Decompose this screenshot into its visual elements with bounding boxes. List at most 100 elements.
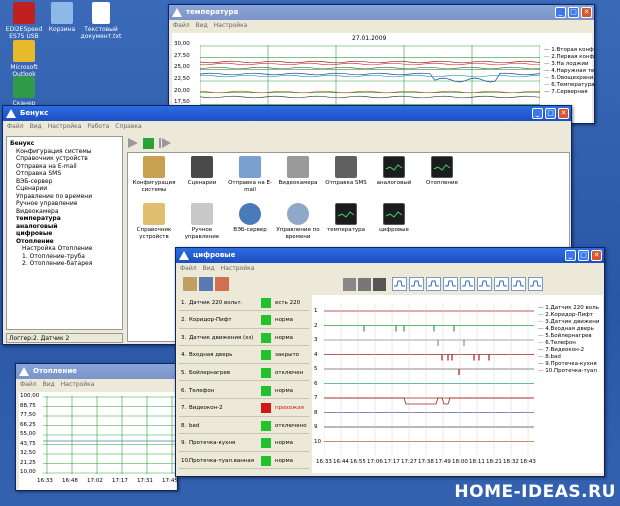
tree-item[interactable]: Управление по времени bbox=[10, 193, 119, 201]
tree-item[interactable]: Ручное управление bbox=[10, 200, 119, 208]
tools-icon[interactable] bbox=[183, 277, 197, 291]
legend-label: 4.Наружная темп bbox=[551, 68, 595, 74]
desktop-icon-scanner[interactable]: Сканер bbox=[2, 76, 46, 107]
table-row[interactable]: 10. Протечка-туал.ванная норма bbox=[179, 453, 309, 470]
close-button[interactable]: ✕ bbox=[581, 7, 592, 18]
icon-tile[interactable]: Справочник устройств bbox=[130, 203, 178, 240]
table-row[interactable]: 1. Датчик 220 вольт. есть 220 bbox=[179, 295, 309, 311]
signal-icon[interactable] bbox=[409, 277, 424, 291]
menu-settings[interactable]: Настройка bbox=[48, 121, 82, 132]
table-row[interactable]: 6. Телефон норма bbox=[179, 383, 309, 399]
icon-tile[interactable]: Отправка на E-mail bbox=[226, 156, 274, 193]
desktop-icon-text-file[interactable]: Текстовый документ.txt bbox=[76, 2, 126, 40]
icon-tile[interactable]: Ручное управление bbox=[178, 203, 226, 240]
table-row[interactable]: 7. Видеокон-2 прихожая bbox=[179, 401, 309, 417]
tree-item[interactable]: Справочник устройств bbox=[10, 155, 119, 163]
menu-view[interactable]: Вид bbox=[30, 121, 42, 132]
icon-tile[interactable]: Управление по времени bbox=[274, 203, 322, 240]
move-icon[interactable] bbox=[443, 277, 458, 291]
menu-settings[interactable]: Настройка bbox=[214, 20, 248, 31]
tree-item[interactable]: ВЭБ-сервер bbox=[10, 178, 119, 186]
home-icon[interactable] bbox=[215, 277, 229, 291]
title-bar[interactable]: температура _ □ ✕ bbox=[169, 5, 594, 20]
menu-file[interactable]: Файл bbox=[7, 121, 24, 132]
zoom-icon[interactable] bbox=[494, 277, 509, 291]
tree-item[interactable]: 2. Отопление-батарея bbox=[10, 260, 119, 268]
table-row[interactable]: 8. bad отключено bbox=[179, 418, 309, 435]
icon-tile[interactable]: Конфигурация системы bbox=[130, 156, 178, 193]
legend-item: — 6.Телефон bbox=[538, 340, 576, 346]
status-indicator bbox=[261, 403, 271, 414]
x-tick-label: 16:55 bbox=[350, 459, 366, 465]
signal-icon[interactable] bbox=[511, 277, 526, 291]
table-row[interactable]: 5. Бойлернагрев отключен bbox=[179, 365, 309, 382]
desktop-icon-outlook[interactable]: Microsoft Outlook bbox=[2, 40, 46, 78]
print-icon[interactable] bbox=[343, 277, 356, 291]
save-icon[interactable] bbox=[373, 277, 386, 291]
signal-icon[interactable] bbox=[392, 277, 407, 291]
title-bar[interactable]: Отопление bbox=[16, 364, 177, 379]
tree-item[interactable]: 1. Отопление-труба bbox=[10, 253, 119, 261]
maximize-button[interactable]: □ bbox=[578, 250, 589, 261]
maximize-button[interactable]: □ bbox=[545, 108, 556, 119]
signal-icon[interactable] bbox=[460, 277, 475, 291]
legend-label: 4.Входная дверь bbox=[545, 326, 594, 332]
icon-tile[interactable]: Сценарии bbox=[178, 156, 226, 193]
minimize-button[interactable]: _ bbox=[555, 7, 566, 18]
title-bar[interactable]: цифровые _ □ ✕ bbox=[176, 248, 604, 263]
status-text: Логгер:2. Датчик 2 bbox=[9, 335, 70, 342]
menu-file[interactable]: Файл bbox=[173, 20, 190, 31]
monitor-icon bbox=[383, 156, 405, 178]
tree-item[interactable]: Отопление bbox=[10, 238, 119, 246]
menu-view[interactable]: Вид bbox=[196, 20, 208, 31]
minimize-button[interactable]: _ bbox=[565, 250, 576, 261]
icon-tile[interactable]: аналоговый bbox=[370, 156, 418, 193]
icon-tile[interactable]: цифровые bbox=[370, 203, 418, 240]
legend-item: — 4.Входная дверь bbox=[538, 326, 594, 332]
menu-file[interactable]: Файл bbox=[180, 263, 197, 274]
stop-button[interactable] bbox=[143, 137, 154, 149]
tree-item[interactable]: Сценарии bbox=[10, 185, 119, 193]
tree-item[interactable]: аналоговый bbox=[10, 223, 119, 231]
title-bar[interactable]: Бенукс _ □ ✕ bbox=[3, 106, 571, 121]
table-row[interactable]: 3. Датчик движения (хз) норма bbox=[179, 330, 309, 347]
columns-icon[interactable] bbox=[358, 277, 371, 291]
close-button[interactable]: ✕ bbox=[591, 250, 602, 261]
menu-work[interactable]: Работа bbox=[87, 121, 109, 132]
icon-tile[interactable]: Отопление bbox=[418, 156, 466, 193]
tree-item[interactable]: цифровые bbox=[10, 230, 119, 238]
icon-tile[interactable]: Видеокамера bbox=[274, 156, 322, 193]
legend-label: 3.Датчик движени bbox=[545, 319, 600, 325]
tree-item[interactable]: Бенукс bbox=[10, 140, 119, 148]
menu-view[interactable]: Вид bbox=[43, 379, 55, 390]
menu-view[interactable]: Вид bbox=[203, 263, 215, 274]
tree-item[interactable]: Конфигурация системы bbox=[10, 148, 119, 156]
window-icon[interactable] bbox=[199, 277, 213, 291]
maximize-button[interactable]: □ bbox=[568, 7, 579, 18]
menu-settings[interactable]: Настройка bbox=[221, 263, 255, 274]
table-row[interactable]: 4. Входная дверь закрыто bbox=[179, 348, 309, 364]
menu-settings[interactable]: Настройка bbox=[61, 379, 95, 390]
table-row[interactable]: 9. Протечка-кухня норма bbox=[179, 436, 309, 452]
fit-icon[interactable] bbox=[477, 277, 492, 291]
minimize-button[interactable]: _ bbox=[532, 108, 543, 119]
icon-tile[interactable]: ВЭБ-сервер bbox=[226, 203, 274, 240]
tree-item[interactable]: Настройка Отопление bbox=[10, 245, 119, 253]
x-tick-label: 17:06 bbox=[367, 459, 383, 465]
menu-help[interactable]: Справка bbox=[115, 121, 141, 132]
menu-file[interactable]: Файл bbox=[20, 379, 37, 390]
icon-tile[interactable]: Отправка SMS bbox=[322, 156, 370, 193]
close-button[interactable]: ✕ bbox=[558, 108, 569, 119]
tree-item[interactable]: Отправка SMS bbox=[10, 170, 119, 178]
zoom-in-icon[interactable] bbox=[426, 277, 441, 291]
watermark: HOME-IDEAS.RU bbox=[454, 482, 616, 502]
tree-item[interactable]: Видеокамера bbox=[10, 208, 119, 216]
table-row[interactable]: 2. Коридор-Пифт норма bbox=[179, 313, 309, 329]
wave-icon[interactable] bbox=[528, 277, 543, 291]
tree-item[interactable]: Отправка на E-mail bbox=[10, 163, 119, 171]
tree-item[interactable]: температура bbox=[10, 215, 119, 223]
play-icon[interactable] bbox=[127, 137, 139, 149]
legend-item: — 3.На лоджии bbox=[544, 61, 589, 67]
step-icon[interactable] bbox=[158, 137, 172, 149]
icon-tile[interactable]: температура bbox=[322, 203, 370, 240]
